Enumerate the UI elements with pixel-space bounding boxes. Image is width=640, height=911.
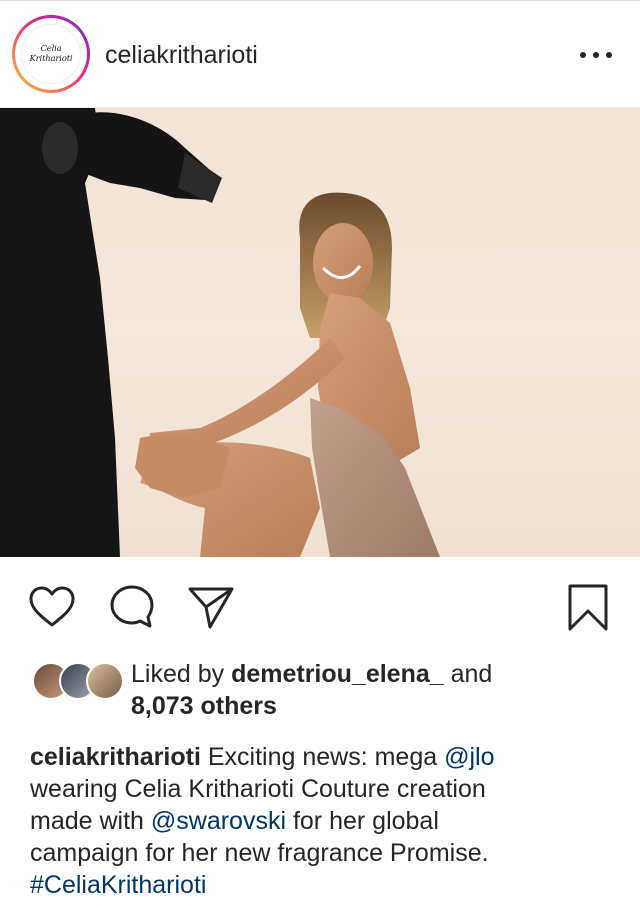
caption-line: made with @swarovski for her global bbox=[30, 805, 620, 837]
hashtag-link[interactable]: #CeliaKritharioti bbox=[30, 869, 620, 901]
post-caption: celiakritharioti Exciting news: mega @jl… bbox=[30, 741, 620, 901]
caption-text: Exciting news: mega bbox=[200, 743, 445, 771]
post-actions bbox=[0, 557, 640, 657]
liked-by-prefix: Liked by bbox=[131, 660, 232, 688]
post-photo[interactable] bbox=[0, 108, 640, 557]
caption-text: made with bbox=[30, 807, 151, 835]
caption-line: campaign for her new fragrance Promise. bbox=[30, 839, 489, 867]
heart-icon[interactable] bbox=[28, 585, 76, 634]
caption-line: wearing Celia Kritharioti Couture creati… bbox=[30, 775, 486, 803]
bookmark-icon[interactable] bbox=[566, 583, 610, 638]
likes-section: Liked by demetriou_elena_ and 8,073 othe… bbox=[30, 660, 630, 730]
caption-text: for her global bbox=[286, 807, 439, 835]
liker-username[interactable]: demetriou_elena_ bbox=[231, 660, 444, 688]
avatar bbox=[86, 662, 124, 700]
caption-line: celiakritharioti Exciting news: mega @jl… bbox=[30, 741, 620, 773]
liker-avatars[interactable] bbox=[32, 662, 124, 700]
post-username[interactable]: celiakritharioti bbox=[105, 41, 258, 70]
caption-username[interactable]: celiakritharioti bbox=[30, 743, 201, 771]
more-options-icon[interactable] bbox=[580, 52, 612, 60]
comment-icon[interactable] bbox=[108, 583, 156, 636]
avatar[interactable]: Celia Kritharioti bbox=[12, 15, 90, 93]
liked-by-text: Liked by demetriou_elena_ and bbox=[131, 660, 492, 689]
likes-others-count[interactable]: 8,073 others bbox=[131, 692, 277, 721]
post-photo-illustration bbox=[0, 108, 440, 557]
mention-link[interactable]: @jlo bbox=[444, 743, 494, 771]
avatar-logo: Celia Kritharioti bbox=[21, 24, 81, 84]
liked-by-and: and bbox=[443, 660, 493, 688]
mention-link[interactable]: @swarovski bbox=[151, 807, 286, 835]
post-header: Celia Kritharioti celiakritharioti bbox=[0, 1, 640, 107]
paper-plane-icon[interactable] bbox=[186, 583, 236, 636]
